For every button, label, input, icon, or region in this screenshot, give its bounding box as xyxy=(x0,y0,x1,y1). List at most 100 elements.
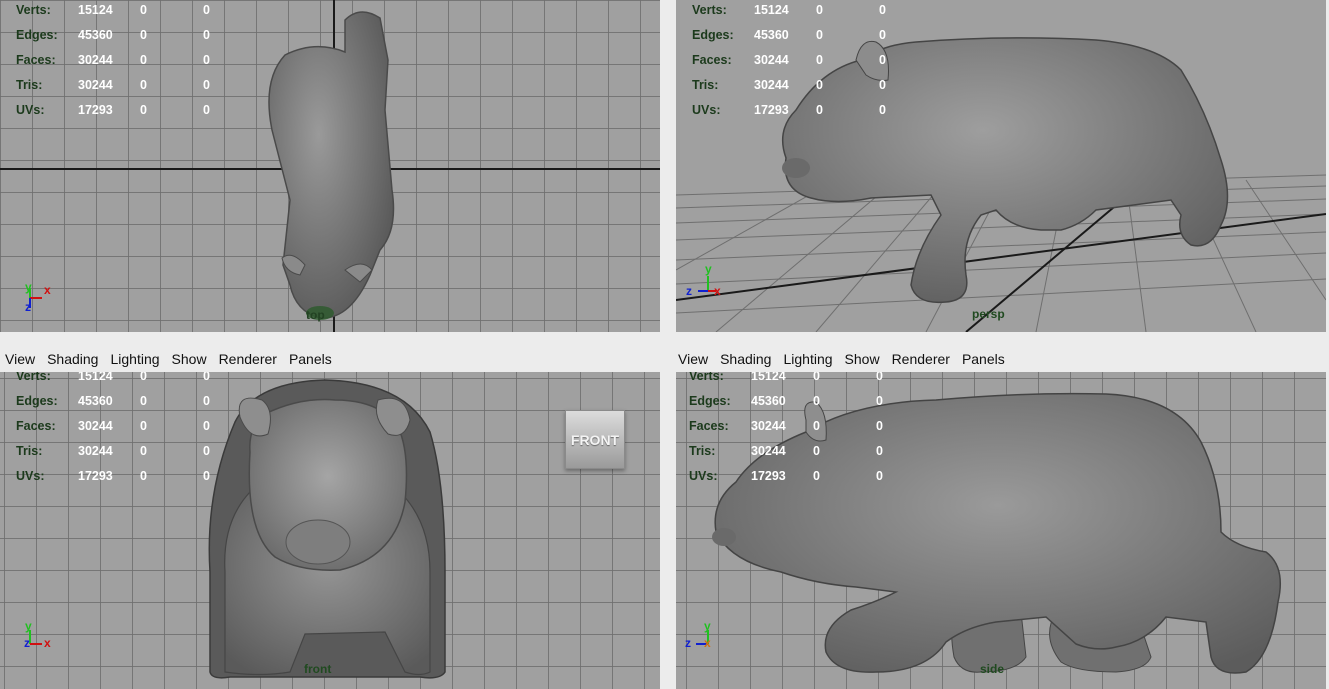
hud-value: 0 xyxy=(879,3,886,17)
hud-value: 0 xyxy=(203,103,210,117)
viewport-side[interactable]: side y z x Verts: 15124 0 0 Edges: 45360 0 0 F… xyxy=(676,372,1326,689)
hud-value: 45360 xyxy=(751,394,786,408)
viewport-top[interactable]: top y x z Verts: 15124 0 0 Edges: 45360 0 0 Fa… xyxy=(0,0,660,332)
axis-gizmo-side: y z x xyxy=(682,619,722,662)
hud-value: 0 xyxy=(876,394,883,408)
hud-value: 0 xyxy=(203,419,210,433)
hud-value: 0 xyxy=(813,444,820,458)
axis-y-label: y xyxy=(705,262,712,276)
menu-show[interactable]: Show xyxy=(839,351,886,367)
hud-value: 45360 xyxy=(78,394,113,408)
hud-value: 17293 xyxy=(78,469,113,483)
axis-x-label: x xyxy=(44,636,51,650)
hud-label: Faces: xyxy=(689,419,729,433)
hud-value: 0 xyxy=(879,53,886,67)
hud-label: UVs: xyxy=(16,469,45,483)
axis-x-label: x xyxy=(44,283,51,297)
hud-value: 15124 xyxy=(78,372,113,383)
hud-value: 30244 xyxy=(751,419,786,433)
panel-menubar-front: View Shading Lighting Show Renderer Pane… xyxy=(0,348,663,370)
hud-label: Verts: xyxy=(689,372,724,383)
hud-value: 15124 xyxy=(751,372,786,383)
hud-value: 30244 xyxy=(78,419,113,433)
hud-label: Tris: xyxy=(689,444,716,458)
hud-value: 0 xyxy=(816,3,823,17)
hud-value: 0 xyxy=(140,419,147,433)
hud-value: 0 xyxy=(140,78,147,92)
hud-value: 0 xyxy=(140,28,147,42)
axis-gizmo-front: y z x xyxy=(22,619,62,662)
view-cube-front-label: FRONT xyxy=(570,431,620,448)
hud-value: 30244 xyxy=(78,53,113,67)
hud-label: Tris: xyxy=(16,444,43,458)
menu-lighting[interactable]: Lighting xyxy=(104,351,165,367)
hud-label: Verts: xyxy=(692,3,727,17)
viewport-persp[interactable]: persp y z x Verts: 15124 0 0 Edges: 45360 0 0 … xyxy=(676,0,1326,332)
hud-label: Edges: xyxy=(16,28,58,42)
viewport-front[interactable]: FRONT front y z x Verts: 15124 0 0 Edges: 45… xyxy=(0,372,660,689)
hud-value: 45360 xyxy=(78,28,113,42)
camera-label-side: side xyxy=(980,662,1005,676)
pane-divider-horizontal[interactable] xyxy=(0,332,1329,348)
menu-panels[interactable]: Panels xyxy=(283,351,338,367)
hud-value: 30244 xyxy=(78,78,113,92)
hud-value: 0 xyxy=(140,469,147,483)
axis-z-label: z xyxy=(685,636,691,650)
hud-value: 0 xyxy=(140,103,147,117)
menu-lighting[interactable]: Lighting xyxy=(777,351,838,367)
viewport-top-pane: top y x z Verts: 15124 0 0 Edges: 45360 0 0 Fa… xyxy=(0,0,663,332)
hud-value: 0 xyxy=(879,28,886,42)
viewport-side-pane: View Shading Lighting Show Renderer Pane… xyxy=(673,348,1329,689)
hud-value: 45360 xyxy=(754,28,789,42)
hud-value: 0 xyxy=(876,444,883,458)
hud-value: 0 xyxy=(203,372,210,383)
menu-view[interactable]: View xyxy=(0,351,41,367)
hud-value: 0 xyxy=(203,444,210,458)
axis-z-label: z xyxy=(686,284,692,298)
hud-value: 0 xyxy=(879,78,886,92)
hud-value: 30244 xyxy=(754,53,789,67)
hud-label: Edges: xyxy=(16,394,58,408)
axis-z-label: z xyxy=(25,300,31,314)
hud-value: 0 xyxy=(140,3,147,17)
menu-show[interactable]: Show xyxy=(166,351,213,367)
hud-value: 30244 xyxy=(754,78,789,92)
hud-value: 0 xyxy=(876,469,883,483)
menu-panels[interactable]: Panels xyxy=(956,351,1011,367)
hud-value: 0 xyxy=(203,394,210,408)
menu-renderer[interactable]: Renderer xyxy=(213,351,283,367)
hud-value: 0 xyxy=(140,444,147,458)
hud-value: 30244 xyxy=(751,444,786,458)
hud-value: 0 xyxy=(816,78,823,92)
view-cube-front[interactable]: FRONT xyxy=(565,410,625,469)
hud-value: 0 xyxy=(816,28,823,42)
menu-renderer[interactable]: Renderer xyxy=(886,351,956,367)
camera-label-front: front xyxy=(304,662,332,676)
hud-value: 0 xyxy=(203,28,210,42)
hud-value: 0 xyxy=(140,53,147,67)
hud-label: Faces: xyxy=(16,419,56,433)
hud-label: Tris: xyxy=(692,78,719,92)
hud-value: 0 xyxy=(876,419,883,433)
menu-view[interactable]: View xyxy=(673,351,714,367)
hud-label: Faces: xyxy=(16,53,56,67)
axis-gizmo-top: y x z xyxy=(22,280,62,323)
hud-value: 15124 xyxy=(754,3,789,17)
hud-value: 17293 xyxy=(754,103,789,117)
hud-label: Verts: xyxy=(16,372,51,383)
hud-label: UVs: xyxy=(689,469,718,483)
axis-gizmo-persp: y z x xyxy=(686,262,726,304)
hud-value: 0 xyxy=(813,469,820,483)
hud-value: 0 xyxy=(879,103,886,117)
hud-value: 0 xyxy=(813,372,820,383)
hud-label: Verts: xyxy=(16,3,51,17)
menu-shading[interactable]: Shading xyxy=(714,351,777,367)
hud-value: 17293 xyxy=(78,103,113,117)
hud-label: Edges: xyxy=(689,394,731,408)
hud-value: 0 xyxy=(203,469,210,483)
menu-shading[interactable]: Shading xyxy=(41,351,104,367)
axis-y-label: y xyxy=(25,280,32,294)
hud-value: 0 xyxy=(816,103,823,117)
axis-x-label: x xyxy=(714,284,721,298)
bear-model-persp xyxy=(781,37,1229,304)
